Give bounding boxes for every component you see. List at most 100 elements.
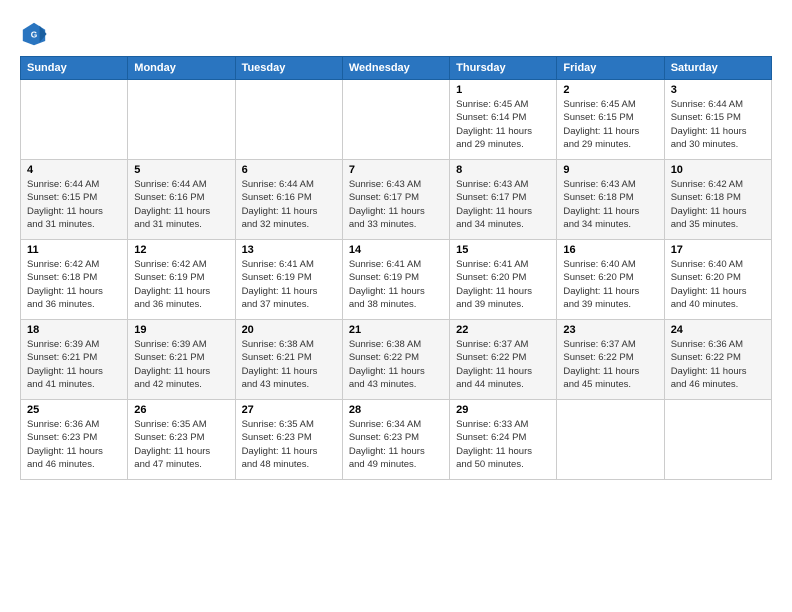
calendar-cell: 21 Sunrise: 6:38 AM Sunset: 6:22 PM Dayli… xyxy=(342,320,449,400)
calendar-week-row: 25 Sunrise: 6:36 AM Sunset: 6:23 PM Dayli… xyxy=(21,400,772,480)
generalblue-icon: G xyxy=(20,20,48,48)
day-number: 2 xyxy=(563,84,657,96)
logo: G xyxy=(20,20,50,48)
calendar-cell: 18 Sunrise: 6:39 AM Sunset: 6:21 PM Dayli… xyxy=(21,320,128,400)
calendar-cell: 2 Sunrise: 6:45 AM Sunset: 6:15 PM Daylig… xyxy=(557,80,664,160)
calendar-cell: 20 Sunrise: 6:38 AM Sunset: 6:21 PM Dayli… xyxy=(235,320,342,400)
day-info: Sunrise: 6:43 AM Sunset: 6:18 PM Dayligh… xyxy=(563,178,657,231)
day-number: 4 xyxy=(27,164,121,176)
day-number: 24 xyxy=(671,324,765,336)
day-number: 1 xyxy=(456,84,550,96)
calendar-cell: 29Sunrise: 6:33 AM Sunset: 6:24 PM Dayli… xyxy=(450,400,557,480)
day-info: Sunrise: 6:36 AM Sunset: 6:23 PM Dayligh… xyxy=(27,418,121,471)
day-number: 27 xyxy=(242,404,336,416)
day-number: 9 xyxy=(563,164,657,176)
weekday-header-friday: Friday xyxy=(557,57,664,80)
day-number: 3 xyxy=(671,84,765,96)
day-number: 10 xyxy=(671,164,765,176)
day-number: 12 xyxy=(134,244,228,256)
calendar-cell: 7Sunrise: 6:43 AM Sunset: 6:17 PM Daylig… xyxy=(342,160,449,240)
svg-text:G: G xyxy=(31,30,38,40)
day-info: Sunrise: 6:37 AM Sunset: 6:22 PM Dayligh… xyxy=(456,338,550,391)
day-info: Sunrise: 6:44 AM Sunset: 6:16 PM Dayligh… xyxy=(134,178,228,231)
calendar-week-row: 18 Sunrise: 6:39 AM Sunset: 6:21 PM Dayli… xyxy=(21,320,772,400)
day-number: 17 xyxy=(671,244,765,256)
day-info: Sunrise: 6:43 AM Sunset: 6:17 PM Dayligh… xyxy=(349,178,443,231)
weekday-header-monday: Monday xyxy=(128,57,235,80)
day-info: Sunrise: 6:42 AM Sunset: 6:19 PM Dayligh… xyxy=(134,258,228,311)
day-info: Sunrise: 6:44 AM Sunset: 6:15 PM Dayligh… xyxy=(27,178,121,231)
day-number: 29 xyxy=(456,404,550,416)
day-number: 26 xyxy=(134,404,228,416)
calendar-cell: 19 Sunrise: 6:39 AM Sunset: 6:21 PM Dayli… xyxy=(128,320,235,400)
day-info: Sunrise: 6:44 AM Sunset: 6:15 PM Dayligh… xyxy=(671,98,765,151)
day-number: 23 xyxy=(563,324,657,336)
calendar-cell: 25 Sunrise: 6:36 AM Sunset: 6:23 PM Dayli… xyxy=(21,400,128,480)
day-info: Sunrise: 6:38 AM Sunset: 6:21 PM Dayligh… xyxy=(242,338,336,391)
calendar-cell xyxy=(235,80,342,160)
day-info: Sunrise: 6:42 AM Sunset: 6:18 PM Dayligh… xyxy=(671,178,765,231)
day-info: Sunrise: 6:43 AM Sunset: 6:17 PM Dayligh… xyxy=(456,178,550,231)
day-number: 19 xyxy=(134,324,228,336)
day-number: 16 xyxy=(563,244,657,256)
calendar-cell: 24 Sunrise: 6:36 AM Sunset: 6:22 PM Dayli… xyxy=(664,320,771,400)
calendar-cell: 1 Sunrise: 6:45 AM Sunset: 6:14 PM Daylig… xyxy=(450,80,557,160)
calendar-cell: 8Sunrise: 6:43 AM Sunset: 6:17 PM Daylig… xyxy=(450,160,557,240)
day-number: 22 xyxy=(456,324,550,336)
day-info: Sunrise: 6:45 AM Sunset: 6:15 PM Dayligh… xyxy=(563,98,657,151)
day-number: 15 xyxy=(456,244,550,256)
weekday-header-saturday: Saturday xyxy=(664,57,771,80)
calendar-cell xyxy=(21,80,128,160)
day-number: 18 xyxy=(27,324,121,336)
day-info: Sunrise: 6:36 AM Sunset: 6:22 PM Dayligh… xyxy=(671,338,765,391)
day-info: Sunrise: 6:42 AM Sunset: 6:18 PM Dayligh… xyxy=(27,258,121,311)
day-number: 11 xyxy=(27,244,121,256)
weekday-header-wednesday: Wednesday xyxy=(342,57,449,80)
page: G SundayMondayTuesdayWednesdayThursdayFr… xyxy=(0,0,792,492)
day-number: 20 xyxy=(242,324,336,336)
day-info: Sunrise: 6:44 AM Sunset: 6:16 PM Dayligh… xyxy=(242,178,336,231)
calendar-cell: 4 Sunrise: 6:44 AM Sunset: 6:15 PM Daylig… xyxy=(21,160,128,240)
day-number: 6 xyxy=(242,164,336,176)
day-info: Sunrise: 6:40 AM Sunset: 6:20 PM Dayligh… xyxy=(671,258,765,311)
day-info: Sunrise: 6:41 AM Sunset: 6:19 PM Dayligh… xyxy=(242,258,336,311)
day-number: 21 xyxy=(349,324,443,336)
calendar-cell: 5 Sunrise: 6:44 AM Sunset: 6:16 PM Daylig… xyxy=(128,160,235,240)
day-info: Sunrise: 6:38 AM Sunset: 6:22 PM Dayligh… xyxy=(349,338,443,391)
weekday-header-tuesday: Tuesday xyxy=(235,57,342,80)
day-info: Sunrise: 6:45 AM Sunset: 6:14 PM Dayligh… xyxy=(456,98,550,151)
day-info: Sunrise: 6:40 AM Sunset: 6:20 PM Dayligh… xyxy=(563,258,657,311)
calendar-cell: 26Sunrise: 6:35 AM Sunset: 6:23 PM Dayli… xyxy=(128,400,235,480)
weekday-header-thursday: Thursday xyxy=(450,57,557,80)
calendar-cell: 3 Sunrise: 6:44 AM Sunset: 6:15 PM Daylig… xyxy=(664,80,771,160)
calendar-cell xyxy=(342,80,449,160)
header-area: G xyxy=(20,16,772,48)
weekday-header-sunday: Sunday xyxy=(21,57,128,80)
calendar-cell: 9 Sunrise: 6:43 AM Sunset: 6:18 PM Daylig… xyxy=(557,160,664,240)
calendar-cell xyxy=(557,400,664,480)
day-info: Sunrise: 6:39 AM Sunset: 6:21 PM Dayligh… xyxy=(27,338,121,391)
day-info: Sunrise: 6:39 AM Sunset: 6:21 PM Dayligh… xyxy=(134,338,228,391)
calendar-cell xyxy=(128,80,235,160)
calendar-cell: 14Sunrise: 6:41 AM Sunset: 6:19 PM Dayli… xyxy=(342,240,449,320)
day-info: Sunrise: 6:37 AM Sunset: 6:22 PM Dayligh… xyxy=(563,338,657,391)
day-number: 28 xyxy=(349,404,443,416)
day-number: 14 xyxy=(349,244,443,256)
calendar-cell: 6 Sunrise: 6:44 AM Sunset: 6:16 PM Daylig… xyxy=(235,160,342,240)
calendar-week-row: 11 Sunrise: 6:42 AM Sunset: 6:18 PM Dayli… xyxy=(21,240,772,320)
day-info: Sunrise: 6:35 AM Sunset: 6:23 PM Dayligh… xyxy=(242,418,336,471)
calendar-cell: 16 Sunrise: 6:40 AM Sunset: 6:20 PM Dayli… xyxy=(557,240,664,320)
calendar-header-row: SundayMondayTuesdayWednesdayThursdayFrid… xyxy=(21,57,772,80)
calendar-cell: 12 Sunrise: 6:42 AM Sunset: 6:19 PM Dayli… xyxy=(128,240,235,320)
calendar-table: SundayMondayTuesdayWednesdayThursdayFrid… xyxy=(20,56,772,480)
calendar-week-row: 4 Sunrise: 6:44 AM Sunset: 6:15 PM Daylig… xyxy=(21,160,772,240)
calendar-cell xyxy=(664,400,771,480)
calendar-cell: 15 Sunrise: 6:41 AM Sunset: 6:20 PM Dayli… xyxy=(450,240,557,320)
day-number: 25 xyxy=(27,404,121,416)
day-info: Sunrise: 6:41 AM Sunset: 6:20 PM Dayligh… xyxy=(456,258,550,311)
day-number: 5 xyxy=(134,164,228,176)
calendar-cell: 13Sunrise: 6:41 AM Sunset: 6:19 PM Dayli… xyxy=(235,240,342,320)
calendar-cell: 27 Sunrise: 6:35 AM Sunset: 6:23 PM Dayli… xyxy=(235,400,342,480)
calendar-cell: 22 Sunrise: 6:37 AM Sunset: 6:22 PM Dayli… xyxy=(450,320,557,400)
calendar-cell: 17 Sunrise: 6:40 AM Sunset: 6:20 PM Dayli… xyxy=(664,240,771,320)
